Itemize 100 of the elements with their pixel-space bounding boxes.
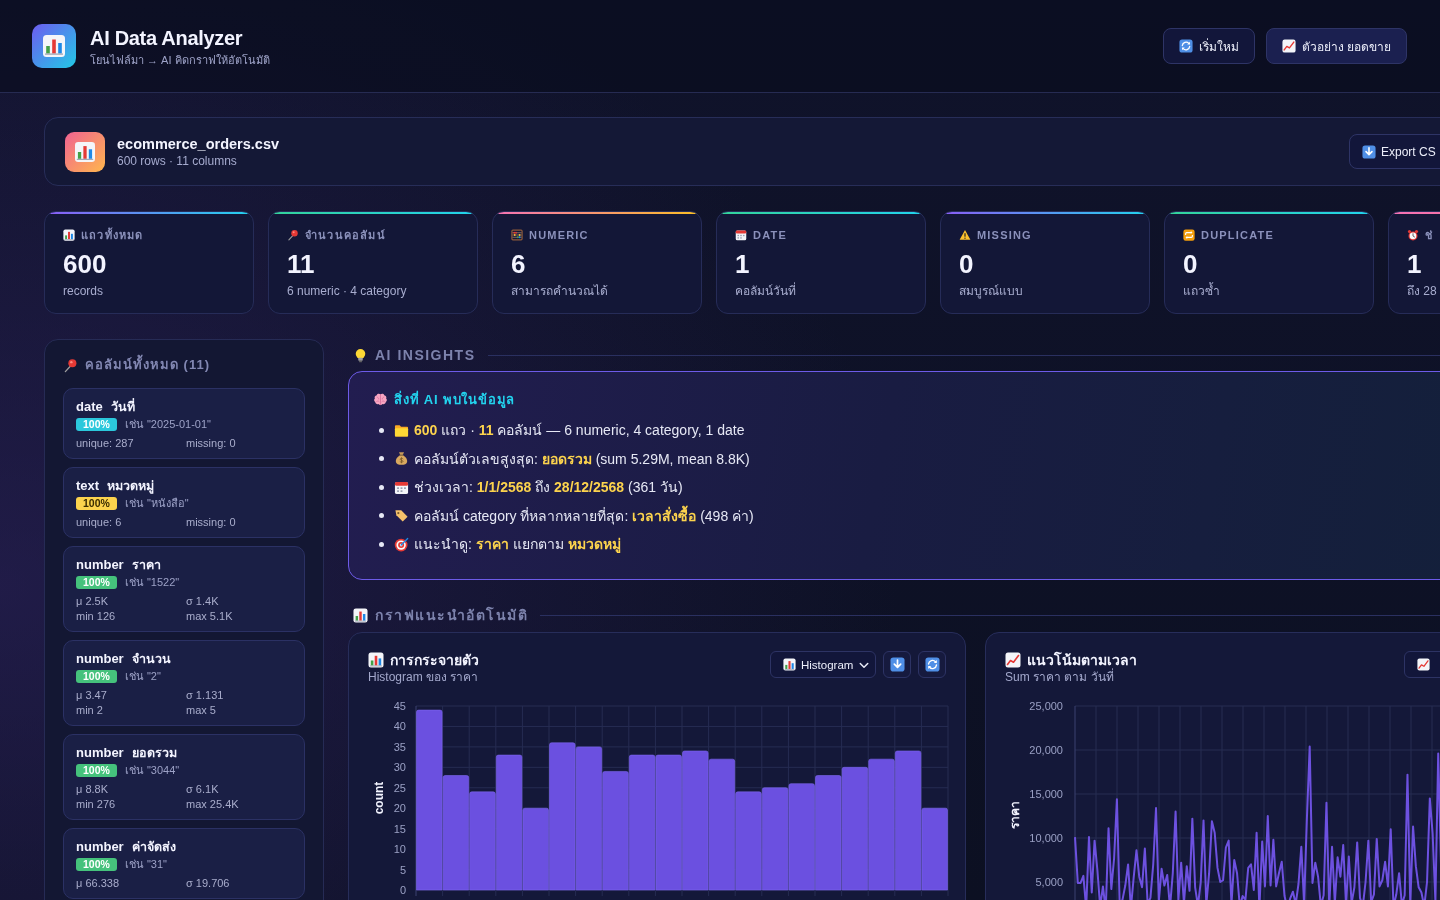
column-stat: max 5.1K	[186, 609, 234, 623]
fill-rate-badge: 100%	[76, 417, 117, 431]
column-card[interactable]: number จำนวน 100% เช่น "2" μ 3.47 σ 1.131 min 2 max 5	[63, 640, 305, 726]
axis-tick-label: 25,000	[1029, 700, 1063, 712]
column-name: จำนวน	[131, 651, 171, 668]
fill-rate-badge: 100%	[76, 496, 117, 510]
axis-tick-label: 20,000	[1029, 744, 1063, 756]
stat-note: 6 numeric · 4 category	[287, 284, 408, 299]
insight-text: ช่วงเวลา: 1/1/2568 ถึง 28/12/2568 (361 วัน)	[414, 478, 683, 497]
stat-note: สามารถคำนวณได้	[511, 284, 609, 299]
trend-chart-icon	[1005, 652, 1021, 668]
app-title: AI Data Analyzer	[90, 25, 244, 50]
axis-tick-label: 25	[393, 781, 406, 794]
sample-value: เช่น "2025-01-01"	[124, 417, 211, 431]
app-subtitle: โยนไฟล์มา → AI คิดกราฟให้อัตโนมัติ	[90, 52, 270, 67]
column-stat: max 5	[186, 703, 217, 717]
chart-subtitle: Histogram ของ ราคา	[368, 669, 479, 685]
column-stat: min 2	[76, 703, 104, 717]
app-logo-icon	[32, 24, 76, 68]
section-heading: AI INSIGHTS	[375, 346, 476, 365]
refresh-button[interactable]	[918, 651, 946, 678]
stat-label: DATE	[753, 228, 787, 242]
column-stat: missing: 0	[186, 515, 237, 529]
column-stat: μ 8.8K	[76, 782, 110, 796]
column-type: number	[76, 556, 124, 574]
insight-text: 600 แถว · 11 คอลัมน์ — 6 numeric, 4 category, 1 date	[414, 421, 745, 440]
sample-value: เช่น "3044"	[124, 763, 180, 777]
axis-tick-label: 35	[393, 740, 406, 753]
pin-icon	[63, 357, 78, 373]
fill-rate-badge: 100%	[76, 857, 117, 871]
download-button[interactable]	[883, 651, 911, 678]
stat-value: 0	[959, 249, 975, 279]
stat-value: 0	[1183, 249, 1199, 279]
bar-chart-icon	[353, 607, 368, 623]
insight-text: แนะนำดู: ราคา แยกตาม หมวดหมู่	[414, 535, 621, 554]
export-button[interactable]: Export CS	[1349, 134, 1440, 169]
axis-tick-label: 5,000	[1035, 876, 1063, 888]
axis-tick-label: 5	[399, 863, 406, 876]
column-name: วันที่	[110, 398, 135, 416]
column-stat: min 126	[76, 609, 117, 623]
brain-icon	[373, 392, 388, 407]
insights-title: สิ่งที่ AI พบในข้อมูล	[394, 391, 516, 408]
file-meta: 600 rows · 11 columns	[117, 153, 238, 169]
reset-button[interactable]: เริ่มใหม่	[1162, 28, 1255, 64]
bullet-icon	[379, 427, 384, 433]
sample-value: เช่น "2"	[124, 669, 161, 683]
stat-note: แถวซ้ำ	[1183, 284, 1221, 299]
column-name: ค่าจัดส่ง	[131, 839, 176, 856]
column-type: number	[76, 650, 124, 668]
column-stat: max 25.4K	[186, 797, 240, 811]
trend-chart-icon	[1417, 658, 1430, 671]
column-card[interactable]: date วันที่ 100% เช่น "2025-01-01" unique: 287 missing: 0	[63, 388, 305, 459]
tag-icon	[394, 508, 409, 523]
folder-icon	[394, 422, 409, 438]
file-name: ecommerce_orders.csv	[117, 134, 280, 153]
insight-text: คอลัมน์ category ที่หลากหลายที่สุด: เวลาสั่งซื้อ (498 ค่า)	[414, 505, 754, 526]
column-stat: σ 1.131	[186, 688, 225, 702]
column-stat: min 276	[76, 797, 117, 811]
column-card[interactable]: number ราคา 100% เช่น "1522" μ 2.5K σ 1.4K min 126 max 5.1K	[63, 546, 305, 632]
trend-chart-icon	[1281, 39, 1296, 53]
column-stat: μ 3.47	[76, 688, 108, 702]
download-icon	[1362, 144, 1376, 159]
bullet-icon	[379, 513, 384, 518]
sample-data-button[interactable]: ตัวอย่าง ยอดขาย	[1265, 28, 1407, 64]
column-type: date	[76, 398, 103, 416]
repeat-icon	[1183, 229, 1195, 241]
stat-label: NUMERIC	[529, 228, 589, 242]
column-card[interactable]: number ยอดรวม 100% เช่น "3044" μ 8.8K σ 6.1K min 276 max 25.4K	[63, 734, 305, 820]
axis-title: ราคา	[1008, 801, 1022, 829]
column-stat: σ 19.706	[186, 876, 231, 890]
axis-tick-label: 15	[393, 822, 406, 835]
axis-tick-label: 30	[393, 761, 406, 774]
sample-value: เช่น "1522"	[124, 575, 180, 589]
abacus-icon	[511, 229, 523, 241]
stat-label: MISSING	[977, 228, 1032, 242]
stat-note: สมบูรณ์แบบ	[959, 284, 1024, 299]
calendar-icon	[394, 479, 409, 495]
chart-subtitle: Sum ราคา ตาม วันที่	[1005, 669, 1115, 685]
stat-label: แถวทั้งหมด	[81, 228, 144, 242]
lightbulb-icon	[353, 347, 368, 363]
stat-label: ช่	[1425, 228, 1434, 242]
stat-value: 600	[63, 249, 108, 279]
axis-tick-label: 10	[393, 843, 406, 856]
bullet-icon	[379, 456, 384, 461]
section-heading: กราฟแนะนำอัตโนมัติ	[375, 605, 528, 625]
fill-rate-badge: 100%	[76, 575, 117, 589]
column-card[interactable]: number ค่าจัดส่ง 100% เช่น "31" μ 66.338 σ 19.706	[63, 828, 305, 899]
sample-value: เช่น "31"	[124, 857, 167, 871]
bar-chart-icon	[368, 652, 384, 668]
chart-title: แนวโน้มตามเวลา	[1027, 651, 1137, 668]
stat-value: 1	[735, 249, 751, 279]
stat-value: 1	[1407, 249, 1423, 279]
chart-type-select[interactable]: Histogram	[770, 651, 876, 678]
column-card[interactable]: text หมวดหมู่ 100% เช่น "หนังสือ" unique: 6 missing: 0	[63, 467, 305, 538]
column-stat: unique: 287	[76, 436, 135, 450]
stat-label: จำนวนคอลัมน์	[305, 228, 386, 242]
sample-value: เช่น "หนังสือ"	[124, 496, 189, 510]
bullet-icon	[379, 484, 384, 490]
target-icon	[394, 536, 409, 552]
stat-label: DUPLICATE	[1201, 228, 1274, 242]
